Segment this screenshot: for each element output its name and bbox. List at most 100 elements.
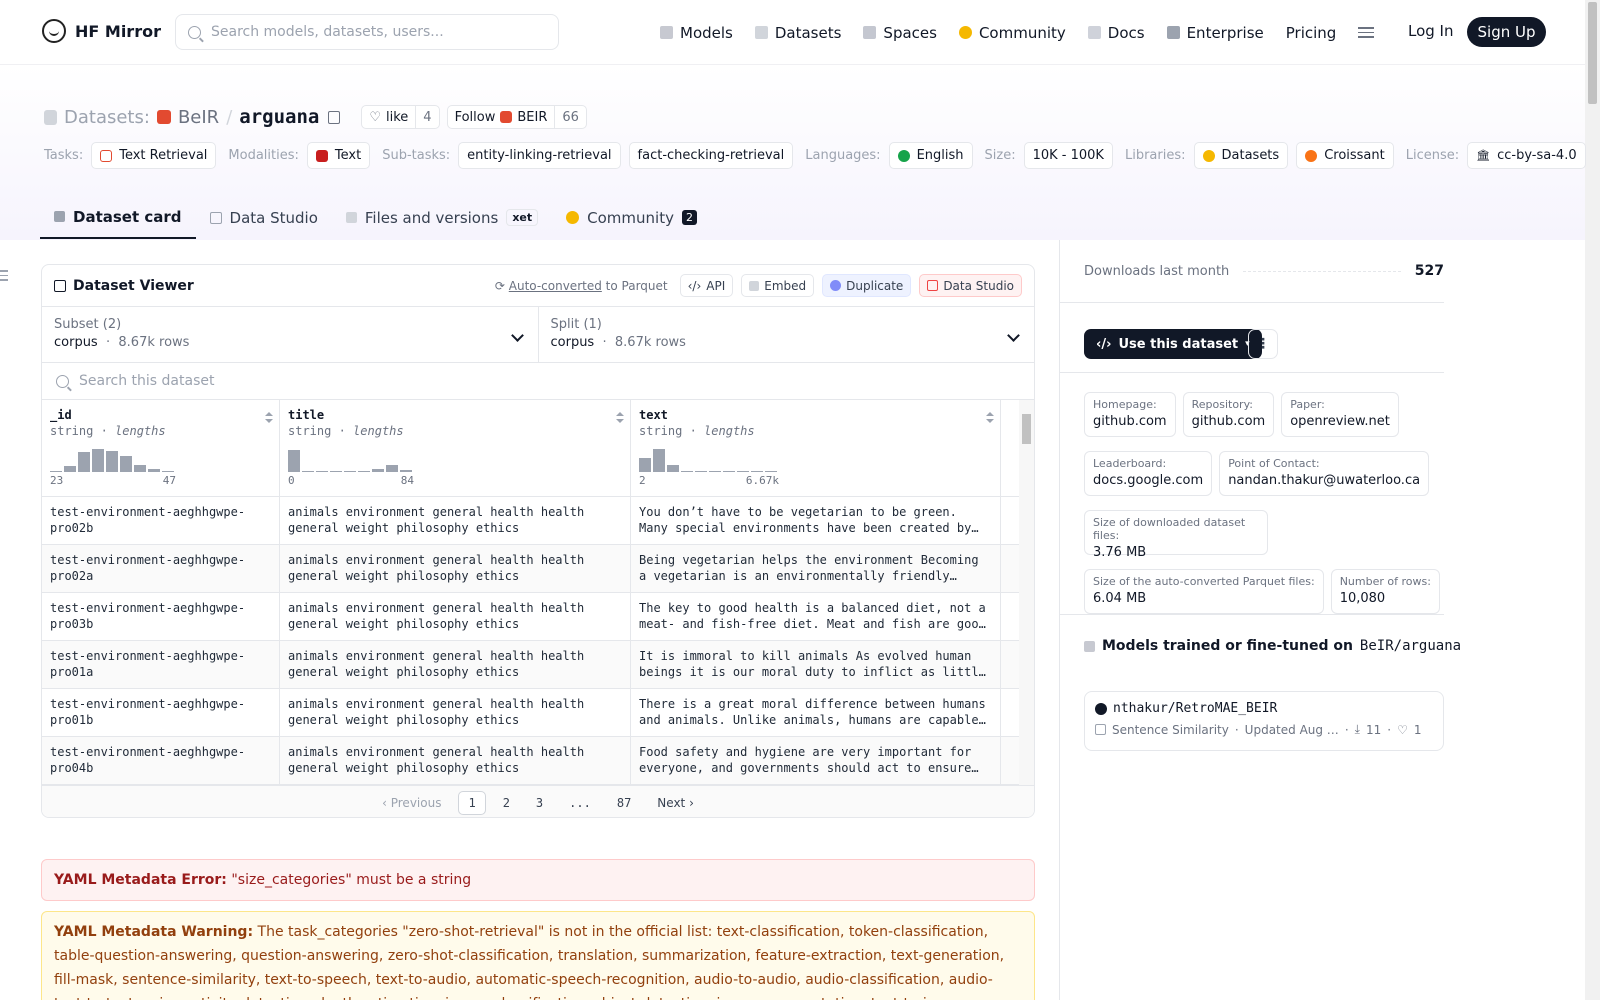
histogram-bar[interactable] [737,471,749,472]
next-page-button[interactable]: Next › [648,792,703,814]
sort-icon[interactable] [986,412,994,424]
copy-icon[interactable] [328,110,341,124]
histogram-bar[interactable] [64,466,76,472]
table-cell-id[interactable]: test-environment-aeghhgwpe-pro01b [42,689,280,736]
histogram-bar[interactable] [302,471,314,472]
histogram-bar[interactable] [386,465,398,472]
model-card[interactable]: nthakur/RetroMAE_BEIR Sentence Similarit… [1084,691,1444,751]
histogram-bar[interactable] [765,471,777,472]
column-header-0[interactable]: _id string · lengths 23 47 [42,400,280,496]
homepage-link[interactable]: github.com [1093,414,1167,429]
nav-datasets[interactable]: Datasets [754,24,841,42]
table-cell-title[interactable]: animals environment general health healt… [280,545,631,592]
nav-pricing[interactable]: Pricing [1286,24,1337,42]
table-scrollbar[interactable] [1019,400,1034,785]
org-name[interactable]: BeIR [178,107,219,128]
table-cell-text[interactable]: Food safety and hygiene are very importa… [631,737,1001,784]
paper-box[interactable]: Paper: openreview.net [1281,392,1399,437]
tag-english[interactable]: English [888,142,973,169]
repository-link[interactable]: github.com [1192,414,1266,429]
table-row[interactable]: test-environment-aeghhgwpe-pro03b animals… [42,593,1034,641]
use-dataset-button[interactable]: ‹/› Use this dataset ▾ [1084,329,1262,359]
histogram-bar[interactable] [148,469,160,472]
histogram-bar[interactable] [709,471,721,472]
table-cell-text[interactable]: Being vegetarian helps the environment B… [631,545,1001,592]
tag-datasets-lib[interactable]: Datasets [1193,142,1289,169]
scrollbar-thumb[interactable] [1588,2,1597,104]
histogram-bar[interactable] [78,452,90,472]
table-row[interactable]: test-environment-aeghhgwpe-pro02a animals… [42,545,1034,593]
histogram-bar[interactable] [106,451,118,472]
table-cell-text[interactable]: You don’t have to be vegetarian to be gr… [631,497,1001,544]
auto-converted-link[interactable]: Auto-converted [509,279,602,293]
brand-logo[interactable]: HF Mirror [42,19,161,43]
histogram-bar[interactable] [92,449,104,472]
histogram-bar[interactable] [330,471,342,472]
histogram-bar[interactable] [288,450,300,472]
tab-dataset-card[interactable]: Dataset card [40,196,196,239]
tag-text-retrieval[interactable]: Text Retrieval [91,142,217,169]
leaderboard-box[interactable]: Leaderboard: docs.google.com [1084,451,1213,496]
contact-link[interactable]: nandan.thakur@uwaterloo.ca [1228,473,1420,488]
nav-enterprise[interactable]: Enterprise [1166,24,1264,42]
table-cell-text[interactable]: There is a great moral difference betwee… [631,689,1001,736]
table-cell-text[interactable]: It is immoral to kill animals As evolved… [631,641,1001,688]
table-cell-title[interactable]: animals environment general health healt… [280,737,631,784]
side-toggle-icon[interactable] [0,270,10,284]
table-cell-id[interactable]: test-environment-aeghhgwpe-pro04b [42,737,280,784]
table-cell-id[interactable]: test-environment-aeghhgwpe-pro03b [42,593,280,640]
histogram-bar[interactable] [358,471,370,472]
dataset-search-input[interactable]: Search this dataset [42,363,1034,400]
table-scrollbar-thumb[interactable] [1022,414,1031,444]
nav-docs[interactable]: Docs [1087,24,1145,42]
homepage-box[interactable]: Homepage: github.com [1084,392,1176,437]
signup-button[interactable]: Sign Up [1467,17,1546,47]
tag-croissant[interactable]: Croissant [1296,142,1394,169]
table-row[interactable]: test-environment-aeghhgwpe-pro02b animals… [42,497,1034,545]
page-2[interactable]: 2 [494,792,519,814]
histogram-bar[interactable] [372,469,384,472]
contact-box[interactable]: Point of Contact: nandan.thakur@uwaterloo… [1219,451,1430,496]
leaderboard-link[interactable]: docs.google.com [1093,473,1203,488]
breadcrumb-datasets[interactable]: Datasets: [64,107,150,128]
tag-entity-linking[interactable]: entity-linking-retrieval [458,142,621,169]
split-select[interactable]: Split (1) corpus · 8.67k rows [537,307,1035,362]
data-studio-button[interactable]: Data Studio [919,274,1022,297]
histogram-bar[interactable] [667,465,679,472]
tag-license[interactable]: 🏛 cc-by-sa-4.0 [1467,142,1586,169]
table-cell-id[interactable]: test-environment-aeghhgwpe-pro01a [42,641,280,688]
table-row[interactable]: test-environment-aeghhgwpe-pro01b animals… [42,689,1034,737]
more-options-button[interactable]: ⋮ [1248,329,1278,359]
histogram-bar[interactable] [134,465,146,472]
histogram-bar[interactable] [316,471,328,472]
table-row[interactable]: test-environment-aeghhgwpe-pro01a animals… [42,641,1034,689]
table-cell-title[interactable]: animals environment general health healt… [280,689,631,736]
table-row[interactable]: test-environment-aeghhgwpe-pro04b animals… [42,737,1034,785]
page-scrollbar[interactable] [1585,0,1600,1000]
histogram-bar[interactable] [120,456,132,472]
tab-data-studio[interactable]: Data Studio [196,196,332,239]
global-search-input[interactable]: Search models, datasets, users... [175,14,559,50]
repository-box[interactable]: Repository: github.com [1182,392,1275,437]
histogram-bar[interactable] [344,471,356,472]
prev-page-button[interactable]: ‹ Previous [373,792,450,814]
nav-community[interactable]: Community [958,24,1066,42]
models-dataset-link[interactable]: BeIR/arguana [1360,638,1461,654]
table-cell-title[interactable]: animals environment general health healt… [280,497,631,544]
duplicate-button[interactable]: Duplicate [822,274,912,297]
tab-files[interactable]: Files and versions xet [332,196,552,239]
histogram-bar[interactable] [400,470,412,472]
like-button[interactable]: ♡ like 4 [361,105,440,129]
table-cell-id[interactable]: test-environment-aeghhgwpe-pro02a [42,545,280,592]
column-header-1[interactable]: title string · lengths 0 84 [280,400,631,496]
histogram-bar[interactable] [695,471,707,472]
login-link[interactable]: Log In [1408,22,1454,40]
histogram-bar[interactable] [653,449,665,472]
nav-models[interactable]: Models [660,24,733,42]
api-button[interactable]: ‹/› API [679,274,734,297]
dataset-name[interactable]: arguana [239,106,319,128]
table-cell-text[interactable]: The key to good health is a balanced die… [631,593,1001,640]
nav-spaces[interactable]: Spaces [863,24,937,42]
histogram-bar[interactable] [639,458,651,472]
paper-link[interactable]: openreview.net [1290,414,1390,429]
